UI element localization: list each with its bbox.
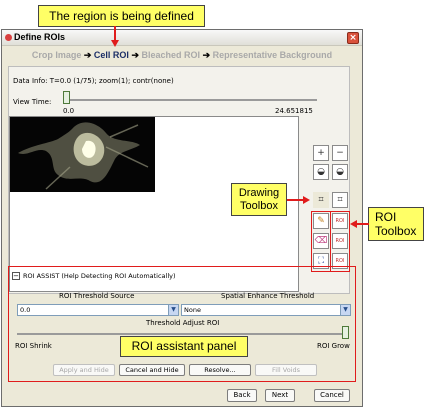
roi-grow-label: ROI Grow <box>317 342 350 350</box>
crop-button[interactable]: ⌗ <box>313 192 329 208</box>
view-time-slider[interactable] <box>63 91 70 104</box>
cell-image[interactable] <box>10 117 155 192</box>
contrast-up-icon: ◒ <box>317 167 325 177</box>
drawing-toolbox-highlight <box>311 211 331 272</box>
collapse-icon: − <box>13 272 19 280</box>
threshold-source-value: 0.0 <box>20 306 31 314</box>
threshold-adjust-label: Threshold Adjust ROI <box>146 319 220 327</box>
view-time-track <box>65 99 317 101</box>
roi-toolbox-highlight <box>330 211 350 272</box>
roi-assist-panel: − ROI ASSIST (Help Detecting ROI Automat… <box>8 266 356 382</box>
resolve-button[interactable]: Resolve... <box>189 364 251 376</box>
window-title: Define ROIs <box>14 32 66 42</box>
region-arrow <box>111 26 119 47</box>
crop-alt-icon: ⌗ <box>337 195 343 205</box>
assistant-panel-callout: ROI assistant panel <box>120 336 248 357</box>
title-bar[interactable]: Define ROIs × <box>2 30 362 46</box>
drawing-toolbox-text: Drawing Toolbox <box>238 187 280 212</box>
apply-and-hide-button[interactable]: Apply and Hide <box>53 364 115 376</box>
zoom-out-button[interactable]: − <box>332 145 348 161</box>
step-separator: ➔ <box>202 50 211 60</box>
view-time-label: View Time: <box>13 98 52 106</box>
chevron-down-icon: ▼ <box>168 305 178 315</box>
data-info-label: Data Info: <box>13 77 48 85</box>
step-bleached-roi: Bleached ROI <box>141 50 201 60</box>
threshold-source-label: ROI Threshold Source <box>59 292 135 300</box>
step-separator: ➔ <box>83 50 92 60</box>
roi-assist-toggle[interactable]: − <box>12 272 20 280</box>
step-separator: ➔ <box>131 50 139 60</box>
step-crop-image: Crop Image <box>31 50 82 60</box>
roi-toolbox-arrow <box>350 220 369 228</box>
view-time-min: 0.0 <box>63 107 75 115</box>
crop-alt-button[interactable]: ⌗ <box>332 192 348 208</box>
chevron-down-icon: ▼ <box>340 305 350 315</box>
region-callout: The region is being defined <box>38 5 205 27</box>
roi-shrink-label: ROI Shrink <box>15 342 52 350</box>
step-cell-roi: Cell ROI <box>93 50 129 60</box>
roi-assist-title: ROI ASSIST (Help Detecting ROI Automatic… <box>23 272 176 280</box>
close-icon: × <box>349 33 357 43</box>
contrast-down-button[interactable]: ◒ <box>332 164 348 180</box>
threshold-source-select[interactable]: 0.0 ▼ <box>17 304 179 316</box>
cancel-button[interactable]: Cancel <box>314 389 350 402</box>
fill-voids-button[interactable]: Fill Voids <box>255 364 317 376</box>
data-info-value: T=0.0 (1/75); zoom(1); contr(none) <box>49 77 174 85</box>
spatial-enhance-label: Spatial Enhance Threshold <box>221 292 315 300</box>
spatial-enhance-select[interactable]: None ▼ <box>181 304 351 316</box>
wizard-steps: Crop Image ➔ Cell ROI ➔ Bleached ROI ➔ R… <box>2 50 362 61</box>
zoom-in-icon: + <box>317 148 325 158</box>
app-icon <box>5 34 12 41</box>
region-callout-text: The region is being defined <box>49 9 194 23</box>
roi-toolbox-callout: ROI Toolbox <box>368 207 424 241</box>
threshold-adjust-slider[interactable] <box>342 326 349 339</box>
cancel-and-hide-button[interactable]: Cancel and Hide <box>119 364 185 376</box>
next-button[interactable]: Next <box>265 389 295 402</box>
step-background: Representative Background <box>212 50 333 60</box>
view-time-max: 24.651815 <box>275 107 313 115</box>
close-button[interactable]: × <box>347 32 359 44</box>
contrast-down-icon: ◒ <box>336 167 344 177</box>
drawing-toolbox-arrow <box>287 196 310 204</box>
zoom-in-button[interactable]: + <box>313 145 329 161</box>
zoom-out-icon: − <box>336 148 344 158</box>
contrast-up-button[interactable]: ◒ <box>313 164 329 180</box>
data-info: Data Info: T=0.0 (1/75); zoom(1); contr(… <box>13 77 174 85</box>
back-button[interactable]: Back <box>227 389 257 402</box>
drawing-toolbox-callout: Drawing Toolbox <box>231 183 287 216</box>
assistant-panel-text: ROI assistant panel <box>131 339 237 353</box>
threshold-adjust-track <box>17 333 349 335</box>
roi-toolbox-text: ROI Toolbox <box>375 210 417 238</box>
spatial-enhance-value: None <box>184 306 201 314</box>
crop-icon: ⌗ <box>318 195 324 205</box>
image-panel: Data Info: T=0.0 (1/75); zoom(1); contr(… <box>8 66 350 294</box>
